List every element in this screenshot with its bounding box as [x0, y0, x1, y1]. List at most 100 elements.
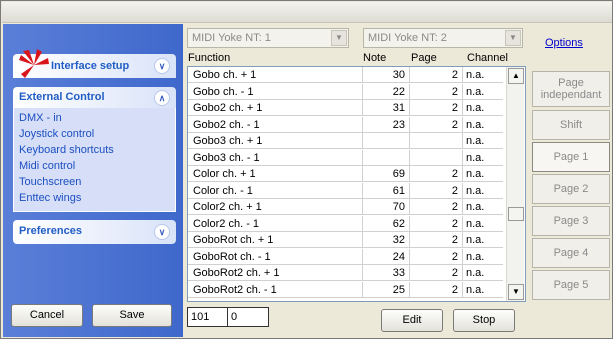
sidebar-item-dmx-in[interactable]: DMX - in — [14, 110, 175, 126]
stop-button[interactable]: Stop — [453, 309, 515, 332]
cell-function: GoboRot2 ch. + 1 — [188, 265, 363, 281]
cell-note: 70 — [363, 199, 410, 215]
table-row[interactable]: GoboRot ch. - 1 24 2 n.a. — [188, 248, 503, 265]
table-row[interactable]: Gobo ch. - 1 22 2 n.a. — [188, 83, 503, 100]
chevron-down-icon[interactable]: ∨ — [154, 58, 170, 74]
cell-channel: n.a. — [466, 69, 485, 81]
cell-function: GoboRot ch. - 1 — [188, 248, 363, 265]
cell-function: Gobo ch. - 1 — [188, 83, 363, 100]
column-header-page: Page — [411, 52, 437, 64]
sidebar-item-keyboard-shortcuts[interactable]: Keyboard shortcuts — [14, 142, 175, 158]
midi-in-select[interactable]: MIDI Yoke NT: 1 ▼ — [187, 28, 349, 48]
page-5-label: Page 5 — [553, 279, 589, 291]
preferences-label: Preferences — [19, 225, 82, 237]
cell-page: 2 — [410, 166, 463, 182]
scroll-down-icon[interactable]: ▼ — [508, 284, 524, 300]
cell-function: Gobo ch. + 1 — [188, 67, 363, 83]
sidebar-item-joystick-control[interactable]: Joystick control — [14, 126, 175, 142]
preferences-header[interactable]: Preferences ∨ — [13, 220, 176, 244]
interface-setup-label: Interface setup — [51, 60, 130, 72]
midi-mapping-table: Gobo ch. + 1 30 2 n.a. Gobo ch. - 1 22 2 n.a. Go… — [187, 66, 526, 302]
cell-function: Gobo3 ch. + 1 — [188, 133, 363, 149]
table-row[interactable]: GoboRot2 ch. + 1 33 2 n.a. — [188, 265, 503, 281]
table-row[interactable]: Color ch. - 1 61 2 n.a. — [188, 182, 503, 199]
chevron-down-icon[interactable]: ▼ — [331, 30, 347, 46]
chevron-down-icon[interactable]: ∨ — [154, 224, 170, 240]
cell-function: GoboRot ch. + 1 — [188, 232, 363, 248]
cell-page — [410, 133, 463, 149]
cell-channel: n.a. — [466, 151, 485, 164]
table-row[interactable]: Color ch. + 1 69 2 n.a. — [188, 166, 503, 182]
chevron-down-icon[interactable]: ▼ — [505, 30, 521, 46]
cell-page: 2 — [410, 182, 463, 199]
cell-page — [410, 149, 463, 166]
options-link[interactable]: Options — [545, 37, 583, 49]
scroll-up-icon[interactable]: ▲ — [508, 68, 524, 84]
cell-note — [363, 133, 410, 149]
cell-function: Color2 ch. + 1 — [188, 199, 363, 215]
table-row[interactable]: Color2 ch. - 1 62 2 n.a. — [188, 215, 503, 232]
cell-function: Gobo3 ch. - 1 — [188, 149, 363, 166]
table-row[interactable]: Gobo2 ch. - 1 23 2 n.a. — [188, 116, 503, 133]
column-header-note: Note — [363, 52, 387, 64]
cell-note — [363, 149, 410, 166]
midi-out-value: MIDI Yoke NT: 2 — [368, 32, 447, 44]
table-row[interactable]: GoboRot2 ch. - 1 25 2 n.a. — [188, 281, 503, 298]
cancel-button[interactable]: Cancel — [11, 304, 83, 327]
table-row[interactable]: Gobo3 ch. + 1 n.a. — [188, 133, 503, 149]
shift-label: Shift — [559, 119, 582, 131]
cell-page: 2 — [410, 67, 463, 83]
cell-function: GoboRot2 ch. - 1 — [188, 281, 363, 298]
cell-note: 62 — [363, 215, 410, 232]
cell-channel: n.a. — [466, 217, 485, 230]
sidebar-item-midi-control[interactable]: Midi control — [14, 158, 175, 174]
cell-channel: n.a. — [466, 267, 485, 279]
page-2-label: Page 2 — [553, 183, 589, 195]
cell-channel: n.a. — [466, 85, 485, 98]
sidebar-item-enttec-wings[interactable]: Enttec wings — [14, 190, 175, 206]
value-field-1[interactable]: 101 — [187, 307, 228, 327]
cell-page: 2 — [410, 265, 463, 281]
cell-function: Gobo2 ch. - 1 — [188, 116, 363, 133]
cell-note: 31 — [363, 100, 410, 116]
cell-page: 2 — [410, 199, 463, 215]
external-control-label: External Control — [19, 91, 105, 103]
main-window: Interface setup ∨ External Control ∧ DMX… — [0, 0, 613, 339]
table-row[interactable]: Color2 ch. + 1 70 2 n.a. — [188, 199, 503, 215]
cell-channel: n.a. — [466, 168, 485, 180]
chevron-up-icon[interactable]: ∧ — [154, 89, 170, 106]
cell-note: 33 — [363, 265, 410, 281]
interface-setup-header[interactable]: Interface setup ∨ — [13, 49, 176, 78]
app-logo-icon — [19, 49, 49, 78]
cell-note: 32 — [363, 232, 410, 248]
midi-out-select[interactable]: MIDI Yoke NT: 2 ▼ — [363, 28, 523, 48]
value-field-2[interactable]: 0 — [227, 307, 269, 327]
table-row[interactable]: Gobo3 ch. - 1 n.a. — [188, 149, 503, 166]
external-control-header[interactable]: External Control ∧ — [13, 87, 176, 108]
page-2-button[interactable]: Page 2 — [532, 174, 610, 204]
cell-channel: n.a. — [466, 234, 485, 246]
page-1-button[interactable]: Page 1 — [532, 142, 610, 172]
cell-note: 25 — [363, 281, 410, 298]
cell-function: Gobo2 ch. + 1 — [188, 100, 363, 116]
cell-channel: n.a. — [466, 135, 485, 147]
table-row[interactable]: GoboRot ch. + 1 32 2 n.a. — [188, 232, 503, 248]
page-1-label: Page 1 — [553, 151, 589, 163]
edit-button[interactable]: Edit — [381, 309, 443, 332]
table-row[interactable]: Gobo ch. + 1 30 2 n.a. — [188, 67, 503, 83]
cell-page: 2 — [410, 83, 463, 100]
cell-function: Color2 ch. - 1 — [188, 215, 363, 232]
page-independent-button[interactable]: Page independant — [532, 71, 610, 107]
cell-note: 24 — [363, 248, 410, 265]
table-row[interactable]: Gobo2 ch. + 1 31 2 n.a. — [188, 100, 503, 116]
sidebar-item-touchscreen[interactable]: Touchscreen — [14, 174, 175, 190]
cell-page: 2 — [410, 100, 463, 116]
page-3-button[interactable]: Page 3 — [532, 206, 610, 236]
page-5-button[interactable]: Page 5 — [532, 270, 610, 300]
page-4-button[interactable]: Page 4 — [532, 238, 610, 268]
cell-page: 2 — [410, 116, 463, 133]
shift-button[interactable]: Shift — [532, 110, 610, 140]
save-button[interactable]: Save — [92, 304, 172, 327]
vertical-scrollbar[interactable]: ▲ ▼ — [506, 67, 524, 301]
scrollbar-thumb[interactable] — [508, 207, 524, 221]
